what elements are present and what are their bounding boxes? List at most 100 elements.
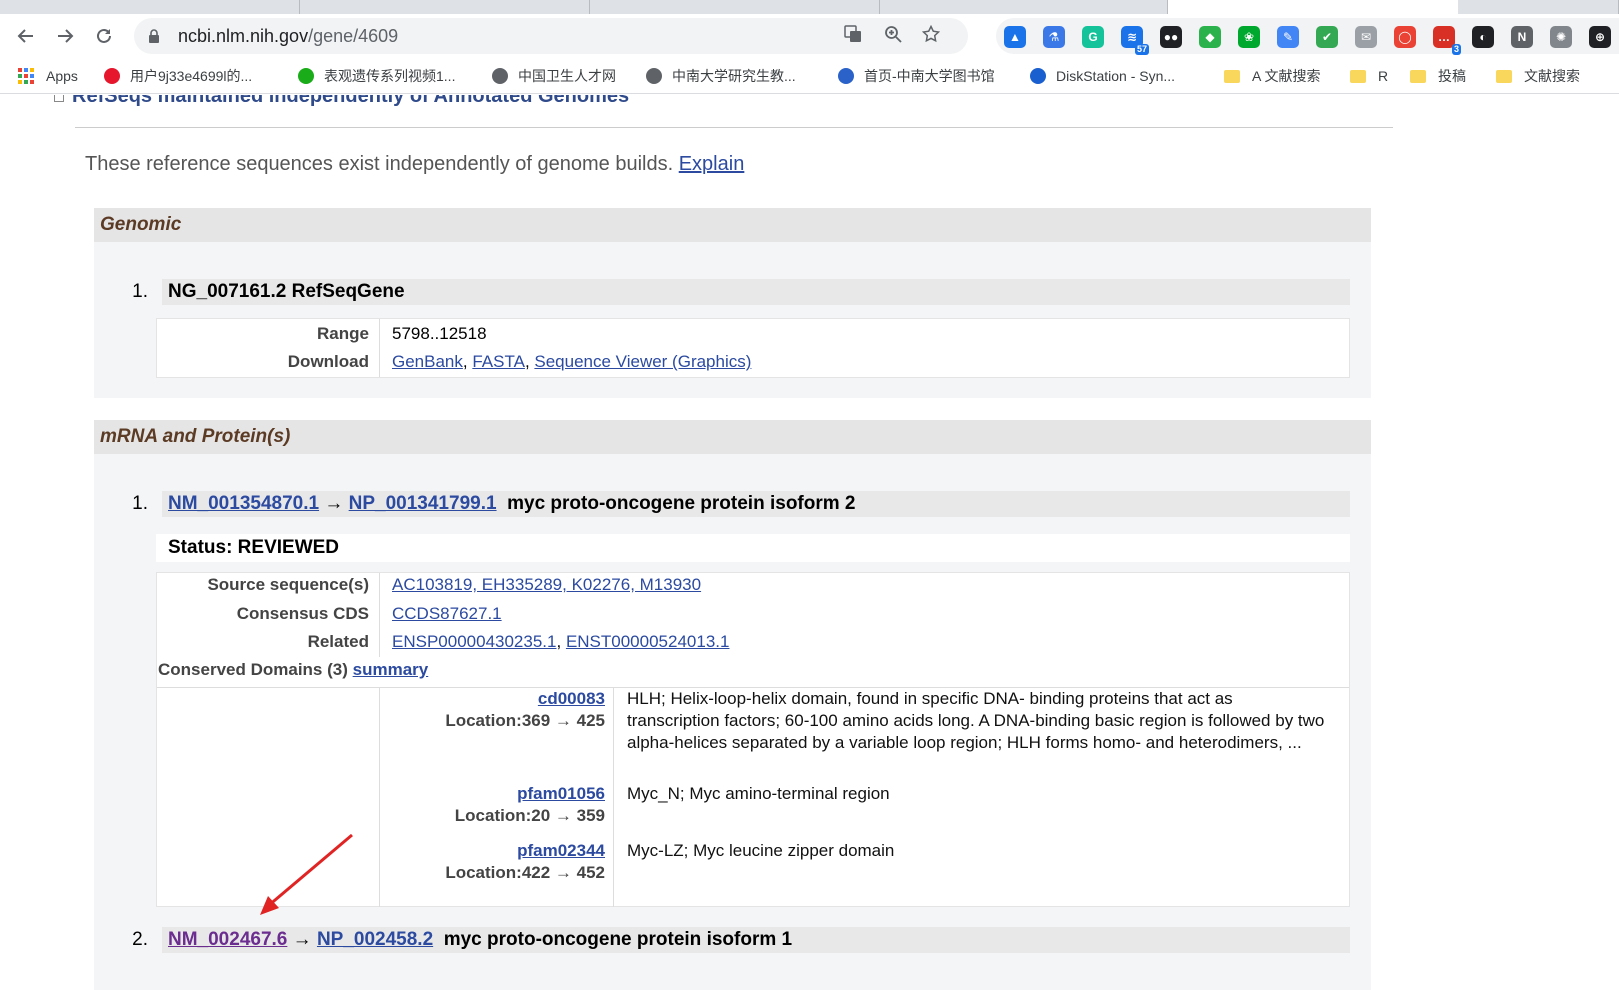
lock-icon [149,29,159,43]
red-calendar-extension-icon[interactable]: … 3 [1433,26,1461,55]
rss-extension-icon[interactable]: ≋ 57 [1121,26,1149,55]
black-square-extension-icon[interactable]: ◐ [1472,26,1494,48]
genbank-link[interactable]: GenBank [392,352,463,371]
translate-icon[interactable] [842,25,864,47]
enst-link[interactable]: ENST00000524013.1 [566,632,730,651]
sequence-viewer-link[interactable]: Sequence Viewer (Graphics) [534,352,751,371]
browser-toolbar: ncbi.nlm.nih.gov/gene/4609 ▲ ⚗ G ≋ 57 ●● ◆ ❀ ✎ ✔ ✉… [0,14,1619,58]
forward-arrow-icon [58,29,74,43]
mrna-detail-table: Source sequence(s) AC103819, EH335289, K… [156,572,1350,907]
mrna-item-2: 2. NM_002467.6 → NP_002458.2 myc proto-o… [128,927,1350,953]
bookmark-label: 用户9j33e4699l的... [130,68,253,84]
domain-id-cell: pfam02344 Location:422 → 452 [379,840,605,884]
grammarly-icon[interactable]: G [1082,26,1104,48]
forward-button[interactable] [51,22,79,50]
url-path: /gene/4609 [308,26,399,46]
browser-tab[interactable] [590,0,880,14]
bookmark-item[interactable]: 表观遗传系列视频1... [298,66,455,86]
browser-tab[interactable] [0,0,300,14]
domain-pfam01056-link[interactable]: pfam01056 [517,784,605,803]
genomic-section-title: Genomic [94,208,1371,242]
bookmarks-bar: Apps 用户9j33e4699l的... 表观遗传系列视频1... 中国卫生人才网 中… [0,58,1619,94]
glasses-extension-icon[interactable]: ●● [1160,26,1182,48]
mail-extension-icon[interactable]: ✉ [1355,26,1377,48]
nm-accession-link[interactable]: NM_001354870.1 [168,493,319,514]
browser-tab[interactable] [300,0,590,14]
bookmark-item[interactable]: 投稿 [1410,66,1466,86]
download-links: GenBank, FASTA, Sequence Viewer (Graphic… [392,352,752,371]
reload-button[interactable] [90,22,118,50]
evernote-icon[interactable]: ❀ [1238,26,1260,48]
tab-strip [0,0,1619,14]
ccds-row: Consensus CDS CCDS87627.1 [157,600,1349,628]
dsm-icon [1030,68,1046,84]
extension-badge: 57 [1134,44,1149,55]
intro-sentence: These reference sequences exist independ… [85,153,674,175]
divider [75,127,1393,128]
arrow-text: → [324,493,344,514]
flask-extension-icon[interactable]: ⚗ [1043,26,1065,48]
item-number: 1. [132,281,148,302]
ensp-link[interactable]: ENSP00000430235.1 [392,632,556,651]
domain-id-cell: pfam01056 Location:20 → 359 [379,783,605,827]
bookmark-item[interactable]: 中国卫生人才网 [492,66,616,86]
color-ring-extension-icon[interactable]: ◯ [1394,26,1416,48]
weibo-icon [104,68,120,84]
column-divider [613,688,614,907]
mrna-protein-section: mRNA and Protein(s) 1. NM_001354870.1 → … [94,420,1371,990]
domain-location: Location:20 → 359 [454,806,605,825]
fasta-link[interactable]: FASTA [472,352,525,371]
blue-edit-extension-icon[interactable]: ✎ [1277,26,1299,48]
bookmark-item[interactable]: 文献搜索 [1496,66,1580,86]
bookmark-label: 投稿 [1438,68,1466,84]
bookmark-item[interactable]: DiskStation - Syn... [1030,66,1175,86]
browser-tab[interactable] [880,0,1168,14]
browser-tab[interactable] [1458,0,1619,14]
domain-cd00083-link[interactable]: cd00083 [538,689,605,708]
blue-hat-extension-icon[interactable]: ▲ [1004,26,1026,48]
range-row: Range 5798..12518 [157,320,1349,348]
ccds-link[interactable]: CCDS87627.1 [392,604,502,623]
section-heading-refseqs[interactable]: RefSeqs maintained independently of Anno… [54,95,629,108]
domains-summary-link[interactable]: summary [353,660,429,679]
source-sequences-link[interactable]: AC103819, EH335289, K02276, M13930 [392,575,701,594]
folder-icon [1224,69,1240,83]
brain-extension-icon[interactable]: ✺ [1550,26,1572,48]
address-bar[interactable]: ncbi.nlm.nih.gov/gene/4609 [134,18,968,54]
puzzle-extension-icon[interactable]: ⊕ [1589,26,1611,48]
bookmark-item[interactable]: R [1350,66,1388,86]
np-accession-link[interactable]: NP_002458.2 [317,929,433,950]
zoom-icon[interactable] [882,25,904,47]
browser-tab-active[interactable] [1168,0,1458,14]
range-value: 5798..12518 [392,324,487,343]
back-button[interactable] [12,22,40,50]
bookmark-item[interactable]: 用户9j33e4699l的... [104,66,252,86]
bookmark-item[interactable]: 首页-中南大学图书馆 [838,66,995,86]
bookmark-label: DiskStation - Syn... [1056,68,1176,84]
bookmark-item[interactable]: 中南大学研究生教... [646,66,796,86]
explain-link[interactable]: Explain [679,153,745,175]
domain-pfam02344-link[interactable]: pfam02344 [517,841,605,860]
folder-icon [1496,69,1512,83]
bookmark-label: R [1378,68,1389,84]
np-accession-link[interactable]: NP_001341799.1 [349,493,497,514]
mrna-item-1-title: NM_001354870.1 → NP_001341799.1 myc prot… [162,491,1350,517]
source-label: Source sequence(s) [207,575,369,594]
feedly-icon[interactable]: ◆ [1199,26,1221,48]
download-row: Download GenBank, FASTA, Sequence Viewer… [157,348,1349,376]
ccds-label: Consensus CDS [236,604,369,623]
url-text: ncbi.nlm.nih.gov/gene/4609 [178,26,398,47]
mrna-section-title: mRNA and Protein(s) [94,420,1371,454]
bookmark-star-icon[interactable] [920,24,942,47]
related-row: Related ENSP00000430235.1, ENST000005240… [157,628,1349,656]
intro-text: These reference sequences exist independ… [85,153,744,176]
new-extension-icon[interactable]: N [1511,26,1533,48]
bookmark-label: Apps [46,68,78,84]
bookmark-item[interactable]: A 文献搜索 [1224,66,1320,86]
domain-description: Myc_N; Myc amino-terminal region [627,784,890,803]
bookmark-item[interactable]: Apps [18,66,78,86]
mrna-item-1: 1. NM_001354870.1 → NP_001341799.1 myc p… [128,491,1350,517]
nm-accession-link-visited[interactable]: NM_002467.6 [168,929,287,950]
check-image-extension-icon[interactable]: ✔ [1316,26,1338,48]
collapse-toggle-icon[interactable] [54,95,64,102]
